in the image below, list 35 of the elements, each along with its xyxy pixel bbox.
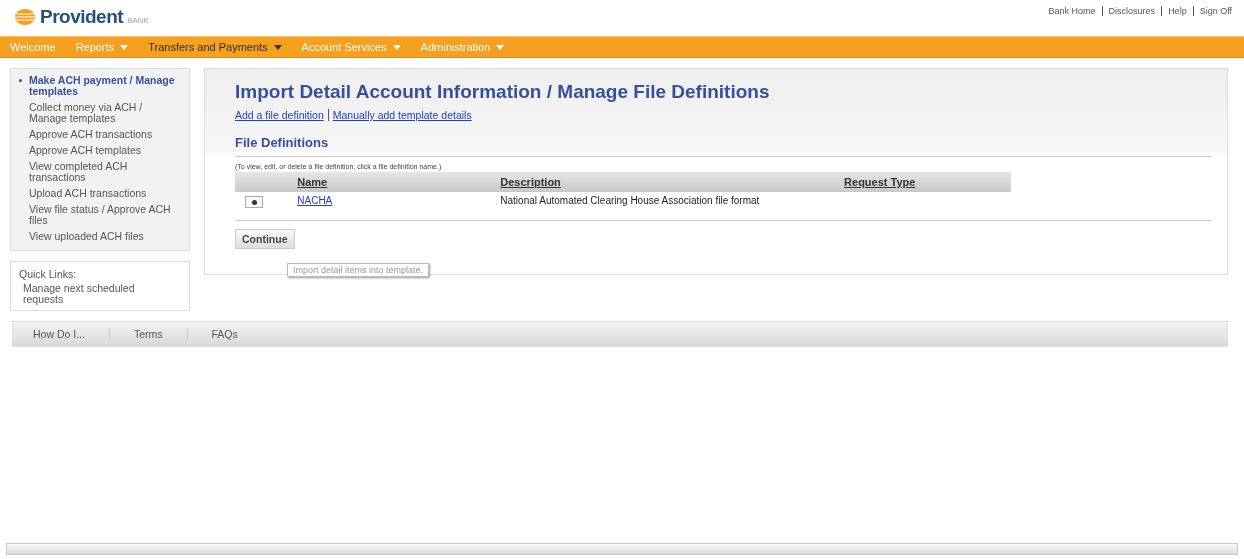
footer-link[interactable]: FAQs: [211, 328, 262, 340]
table-cell: National Automated Clearing House Association file format: [494, 192, 839, 212]
column-header[interactable]: Description: [494, 172, 839, 192]
quick-link[interactable]: Manage next scheduled requests: [19, 283, 143, 305]
header-link[interactable]: Help: [1161, 6, 1187, 16]
sidebar-item[interactable]: Collect money via ACH / Manage templates: [17, 102, 183, 124]
section-title: File Definitions: [235, 135, 330, 150]
header-link[interactable]: Disclosures: [1101, 6, 1156, 16]
logo-text: Provident: [40, 6, 124, 28]
logo-suffix: BANK: [127, 15, 149, 25]
quick-links-title: Quick Links:: [19, 268, 78, 280]
bullet-icon: [19, 79, 22, 82]
header-link[interactable]: Sign Off: [1192, 6, 1232, 16]
sidebar-item[interactable]: Make ACH payment / Manage templates: [17, 75, 183, 97]
sidebar-item[interactable]: View completed ACH transactions: [17, 161, 183, 183]
sidebar-item[interactable]: View file status / Approve ACH files: [17, 204, 183, 226]
tooltip: Import detail items into template.: [287, 263, 430, 277]
nav-menu-item[interactable]: Transfers and Payments: [148, 41, 282, 53]
sidebar-item[interactable]: View uploaded ACH files: [17, 231, 183, 242]
header-link[interactable]: Bank Home: [1048, 6, 1096, 16]
column-header[interactable]: Name: [291, 172, 495, 192]
file-definition-link[interactable]: NACHA: [297, 195, 333, 206]
radio-button[interactable]: [245, 196, 263, 208]
sidebar-item[interactable]: Upload ACH transactions: [17, 188, 183, 199]
logo-icon: [14, 8, 36, 26]
column-header[interactable]: Request Type: [838, 172, 1011, 192]
horizontal-scrollbar[interactable]: [6, 543, 1238, 555]
action-link[interactable]: Manually add template details: [327, 109, 472, 121]
action-link[interactable]: Add a file definition: [235, 109, 324, 121]
footer-link[interactable]: Terms: [133, 328, 188, 340]
continue-button[interactable]: Continue: [235, 229, 295, 249]
sidebar-item[interactable]: Approve ACH transactions: [17, 129, 183, 140]
sidebar-item[interactable]: Approve ACH templates: [17, 145, 183, 156]
footer-link[interactable]: How Do I...: [33, 328, 110, 340]
page-title: Import Detail Account Information / Manage File Definitions: [235, 81, 771, 103]
